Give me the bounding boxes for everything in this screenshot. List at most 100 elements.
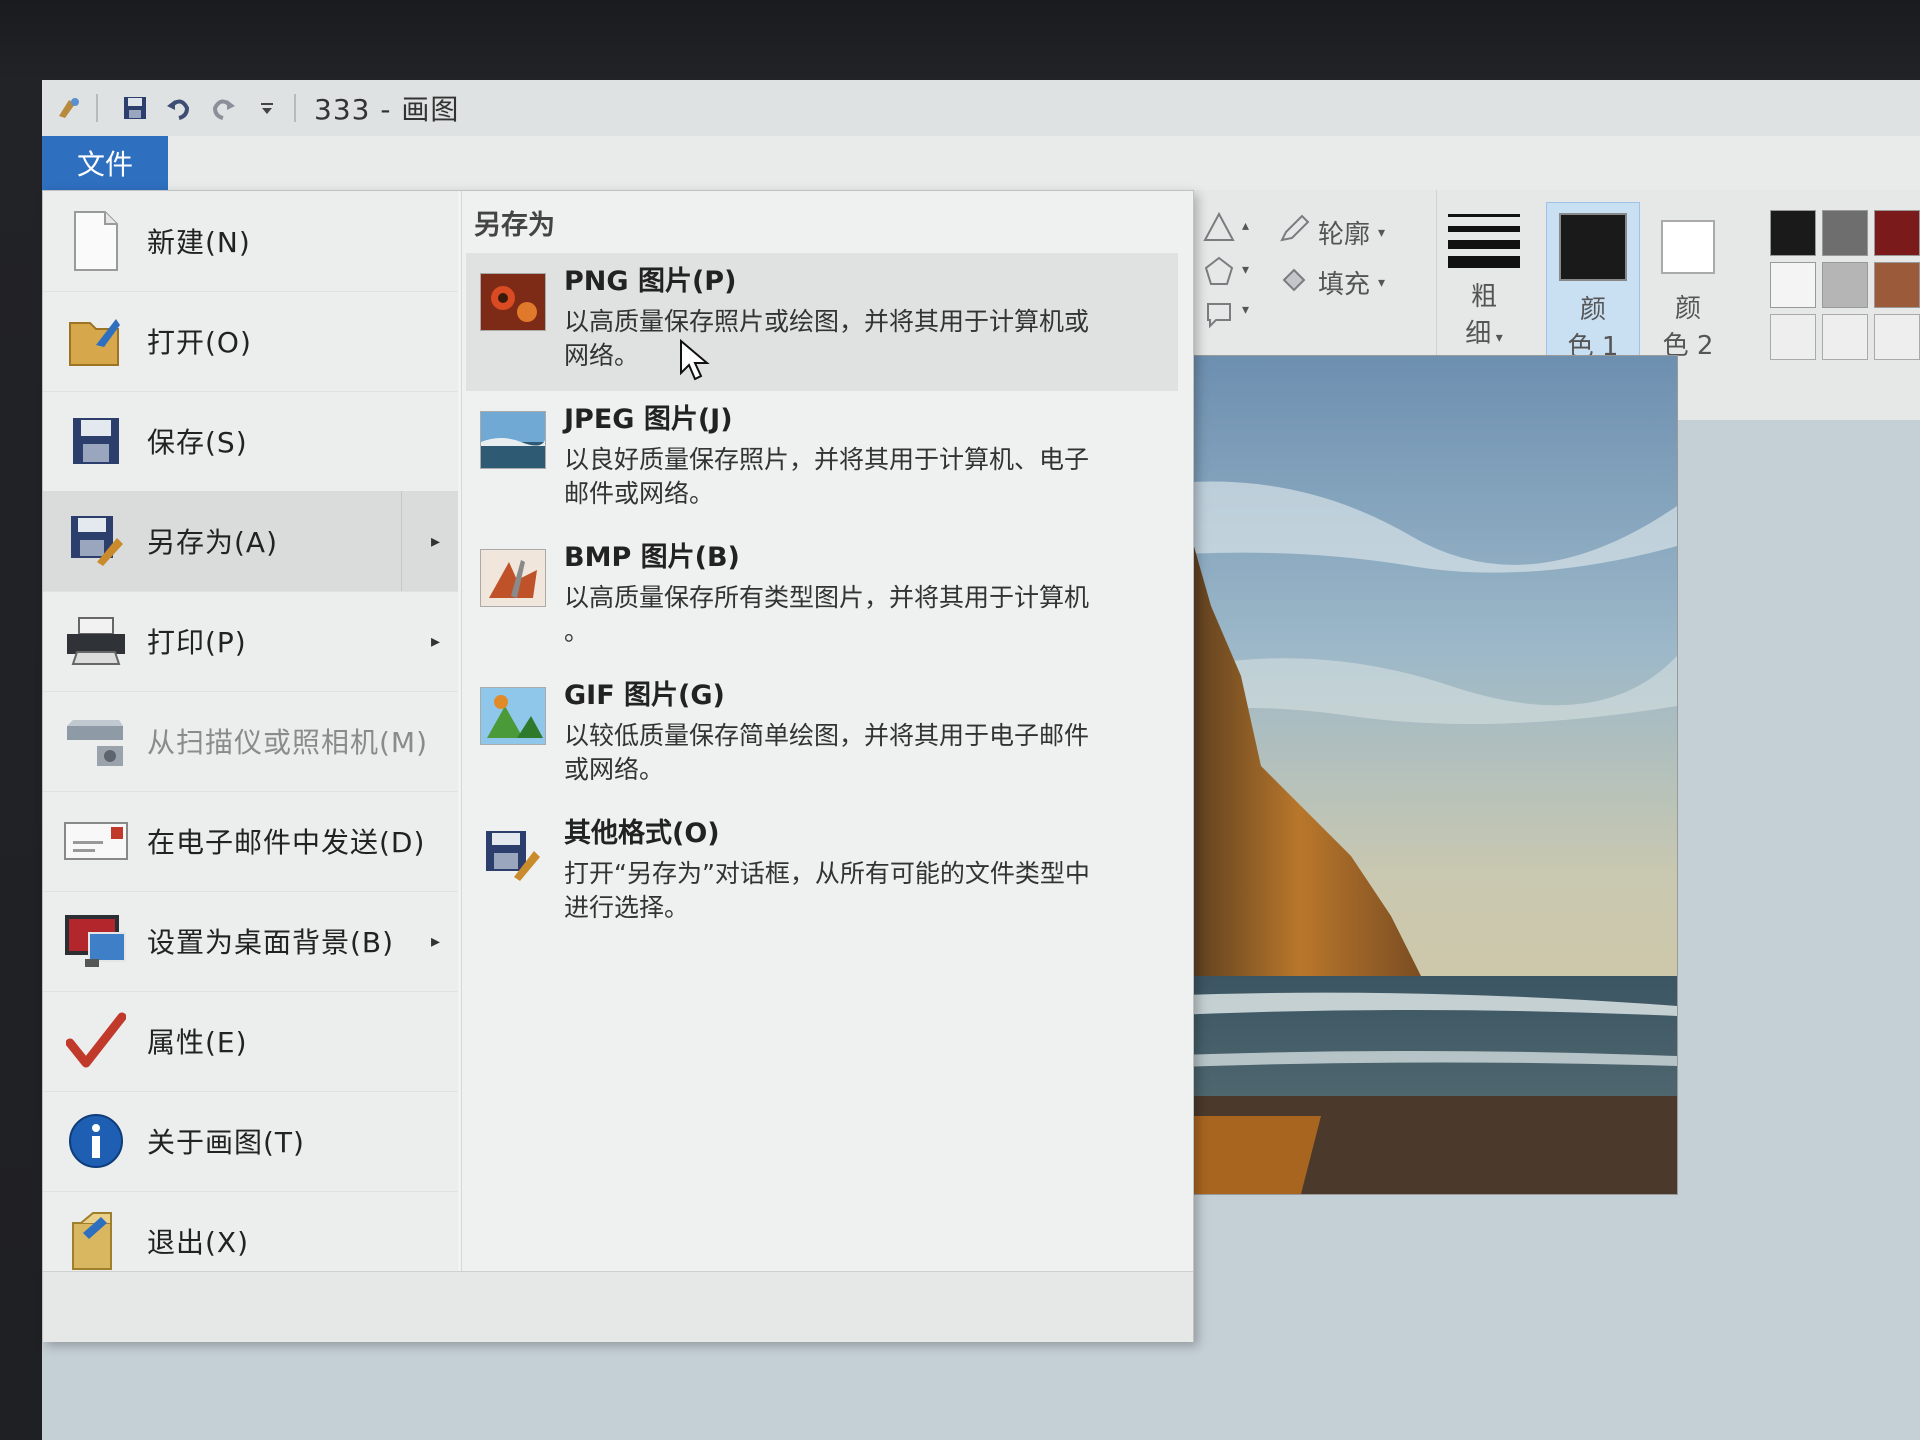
color1-swatch: [1559, 213, 1627, 281]
menu-item-scanner: 从扫描仪或照相机(M): [43, 691, 458, 792]
chevron-down-icon: ▾: [1491, 330, 1503, 346]
outline-dropdown[interactable]: 轮廓 ▾: [1278, 214, 1385, 251]
submenu-arrow-icon[interactable]: ▸: [431, 631, 440, 652]
size-label-top: 粗: [1470, 282, 1497, 312]
chevron-down-icon: ▾: [1378, 274, 1386, 291]
menu-item-label: 关于画图(T): [147, 1126, 305, 1159]
window-title: 333 - 画图: [314, 93, 460, 126]
scroll-down-icon[interactable]: ▾: [1242, 262, 1249, 278]
color1-label-top: 颜: [1579, 295, 1606, 325]
palette-swatch[interactable]: [1874, 262, 1920, 308]
canvas-image[interactable]: [1150, 355, 1678, 1195]
save-as-bmp[interactable]: BMP 图片(B) 以高质量保存所有类型图片，并将其用于计算机。: [466, 529, 1178, 667]
menu-item-label: 打印(P): [147, 626, 247, 659]
save-as-gif[interactable]: GIF 图片(G) 以较低质量保存简单绘图，并将其用于电子邮件 或网络。: [466, 667, 1178, 805]
format-title: BMP 图片(B): [564, 542, 740, 573]
save-as-png[interactable]: PNG 图片(P) 以高质量保存照片或绘图，并将其用于计算机或 网络。: [466, 253, 1178, 391]
palette-swatch[interactable]: [1874, 210, 1920, 256]
menu-item-label: 打开(O): [147, 326, 252, 359]
landscape-photo: [1151, 356, 1677, 1194]
menu-item-properties[interactable]: 属性(E): [43, 991, 458, 1092]
expand-shapes-icon[interactable]: ▾: [1242, 302, 1249, 318]
save-as-icon: [61, 506, 131, 576]
redo-icon[interactable]: [206, 91, 240, 125]
palette-swatch[interactable]: [1770, 210, 1816, 256]
tab-file[interactable]: 文件: [42, 136, 168, 190]
shape-pentagon-icon[interactable]: [1202, 254, 1236, 288]
menu-item-open[interactable]: 打开(O): [43, 291, 458, 392]
menu-item-label: 保存(S): [147, 426, 248, 459]
palette-swatch[interactable]: [1822, 314, 1868, 360]
scanner-icon: [61, 706, 131, 776]
shape-triangle-icon[interactable]: [1202, 210, 1236, 244]
checkmark-icon: [61, 1006, 131, 1076]
format-title: JPEG 图片(J): [564, 404, 733, 435]
size-label-bottom: 细: [1465, 319, 1492, 349]
fill-dropdown[interactable]: 填充 ▾: [1278, 264, 1385, 301]
jpeg-image-icon: [480, 411, 546, 469]
submenu-split-divider: [401, 491, 402, 591]
file-menu-commands: 新建(N) 打开(O) 保存(S) 另存为(A) ▸ 打印(P) ▸ 从扫描仪或…: [43, 191, 458, 1271]
chevron-down-icon: ▾: [1378, 224, 1386, 241]
line-width-icon: [1448, 214, 1520, 268]
paint-app-icon[interactable]: [52, 91, 86, 125]
menu-item-label: 退出(X): [147, 1226, 250, 1259]
color1-button[interactable]: 颜 色 1: [1546, 202, 1640, 364]
save-disk-icon: [61, 406, 131, 476]
menu-item-new[interactable]: 新建(N): [43, 191, 458, 292]
outline-label: 轮廓: [1318, 220, 1371, 250]
palette-swatch[interactable]: [1770, 314, 1816, 360]
ribbon-tab-row: 文件: [42, 136, 1920, 191]
format-title: GIF 图片(G): [564, 680, 725, 711]
gif-image-icon: [480, 687, 546, 745]
line-size-button[interactable]: 粗 细 ▾: [1446, 210, 1522, 350]
menu-item-save[interactable]: 保存(S): [43, 391, 458, 492]
menu-item-label: 从扫描仪或照相机(M): [147, 726, 429, 759]
color2-button[interactable]: 颜 色 2: [1648, 202, 1728, 362]
menu-item-label: 设置为桌面背景(B): [147, 926, 395, 959]
undo-icon[interactable]: [162, 91, 196, 125]
menu-item-about[interactable]: 关于画图(T): [43, 1091, 458, 1192]
pencil-icon: [1278, 214, 1312, 251]
bmp-image-icon: [480, 549, 546, 607]
menu-item-set-desktop-background[interactable]: 设置为桌面背景(B) ▸: [43, 891, 458, 992]
save-icon[interactable]: [118, 91, 152, 125]
fill-bucket-icon: [1278, 264, 1312, 301]
menu-item-save-as[interactable]: 另存为(A) ▸: [43, 491, 458, 592]
email-icon: [61, 806, 131, 876]
format-description: 以高质量保存照片或绘图，并将其用于计算机或 网络。: [564, 307, 1090, 370]
palette-swatch[interactable]: [1874, 314, 1920, 360]
customize-toolbar-icon[interactable]: [250, 91, 284, 125]
menu-item-email[interactable]: 在电子邮件中发送(D): [43, 791, 458, 892]
mouse-cursor-icon: [679, 338, 711, 387]
file-menu-footer: [43, 1271, 1193, 1342]
menu-item-label: 新建(N): [147, 226, 251, 259]
desktop-background-icon: [61, 906, 131, 976]
palette-swatch[interactable]: [1770, 262, 1816, 308]
menu-item-label: 在电子邮件中发送(D): [147, 826, 426, 859]
printer-icon: [61, 606, 131, 676]
png-image-icon: [480, 273, 546, 331]
exit-icon: [61, 1206, 131, 1276]
palette-swatch[interactable]: [1822, 262, 1868, 308]
submenu-arrow-icon[interactable]: ▸: [431, 931, 440, 952]
scroll-up-icon[interactable]: ▴: [1242, 218, 1249, 234]
new-document-icon: [61, 206, 131, 276]
shape-callout-icon[interactable]: [1202, 298, 1236, 332]
save-as-jpeg[interactable]: JPEG 图片(J) 以良好质量保存照片，并将其用于计算机、电子 邮件或网络。: [466, 391, 1178, 529]
monitor-screen: 333 - 画图 文件 ▴ ▾ ▾ 轮廓 ▾ 填充 ▾ 粗 细 ▾ 颜 色 1 …: [0, 0, 1920, 1440]
format-title: 其他格式(O): [564, 818, 720, 849]
menu-item-print[interactable]: 打印(P) ▸: [43, 591, 458, 692]
title-bar: 333 - 画图: [42, 80, 1920, 136]
save-as-other-formats[interactable]: 其他格式(O) 打开“另存为”对话框，从所有可能的文件类型中 进行选择。: [466, 805, 1178, 943]
submenu-arrow-icon[interactable]: ▸: [431, 531, 440, 552]
info-icon: [61, 1106, 131, 1176]
open-folder-icon: [61, 306, 131, 376]
format-description: 以良好质量保存照片，并将其用于计算机、电子 邮件或网络。: [564, 445, 1090, 508]
format-description: 以高质量保存所有类型图片，并将其用于计算机。: [564, 583, 1090, 646]
format-title: PNG 图片(P): [564, 266, 737, 297]
color2-label-top: 颜: [1674, 294, 1701, 324]
color-palette: [1770, 210, 1920, 360]
color2-swatch: [1661, 220, 1715, 274]
palette-swatch[interactable]: [1822, 210, 1868, 256]
